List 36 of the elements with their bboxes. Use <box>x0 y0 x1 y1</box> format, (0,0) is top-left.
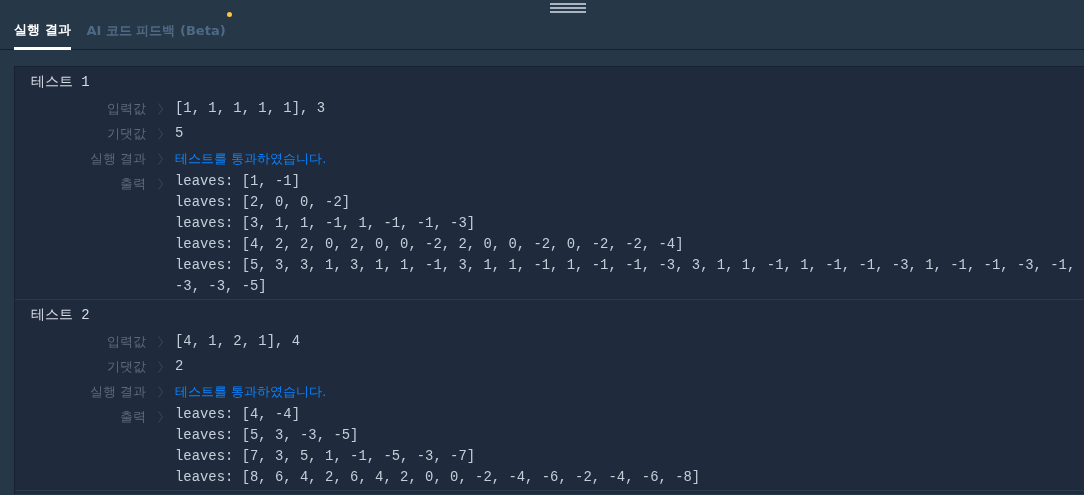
chevron-icon <box>158 102 163 115</box>
chevron-icon <box>158 335 163 348</box>
chevron-icon <box>158 127 163 140</box>
test-title: 테스트 1 <box>30 73 91 92</box>
output-line: leaves: [5, 3, 3, 1, 3, 1, 1, -1, 3, 1, 1, -1, 1, -1, -1, -3, 3, 1, 1, -1, 1, -1, -1, -3, 1, -1, -1, -3, -1, <box>175 256 1076 275</box>
test-title: 테스트 2 <box>30 306 91 325</box>
field-value: [1, 1, 1, 1, 1], 3 <box>175 99 326 118</box>
output-line: leaves: [4, -4] <box>175 405 302 424</box>
field-label: 기댓값 <box>106 358 146 376</box>
chevron-icon <box>158 360 163 373</box>
output-line: leaves: [1, -1] <box>175 172 302 191</box>
chevron-icon <box>158 177 163 190</box>
chevron-icon <box>158 410 163 423</box>
output-line: leaves: [8, 6, 4, 2, 6, 4, 2, 0, 0, -2, -4, -6, -2, -4, -6, -8] <box>175 468 701 487</box>
field-label: 출력 <box>119 175 146 193</box>
field-label: 실행 결과 <box>88 150 146 168</box>
result-message: 테스트를 통과하였습니다. <box>175 150 327 168</box>
field-label: 실행 결과 <box>88 383 146 401</box>
result-message: 테스트를 통과하였습니다. <box>175 383 327 401</box>
output-line: leaves: [3, 1, 1, -1, 1, -1, -1, -3] <box>175 214 477 233</box>
output-line: leaves: [4, 2, 2, 0, 2, 0, 0, -2, 2, 0, 0, -2, 0, -2, -2, -4] <box>175 235 685 254</box>
tab[interactable]: 실행 결과 <box>14 0 71 50</box>
field-label: 출력 <box>119 408 146 426</box>
drag-handle-icon[interactable] <box>550 3 586 13</box>
output-line: leaves: [7, 3, 5, 1, -1, -5, -3, -7] <box>175 447 477 466</box>
field-label: 기댓값 <box>106 125 146 143</box>
chevron-icon <box>158 152 163 165</box>
output-line: leaves: [2, 0, 0, -2] <box>175 193 352 212</box>
output-line: leaves: [5, 3, -3, -5] <box>175 426 360 445</box>
field-value: [4, 1, 2, 1], 4 <box>175 332 301 351</box>
field-label: 입력값 <box>106 333 146 351</box>
field-label: 입력값 <box>106 100 146 118</box>
field-value: 2 <box>175 357 184 376</box>
chevron-icon <box>158 385 163 398</box>
field-value: 5 <box>175 124 184 143</box>
output-line: -3, -3, -5] <box>175 277 268 296</box>
